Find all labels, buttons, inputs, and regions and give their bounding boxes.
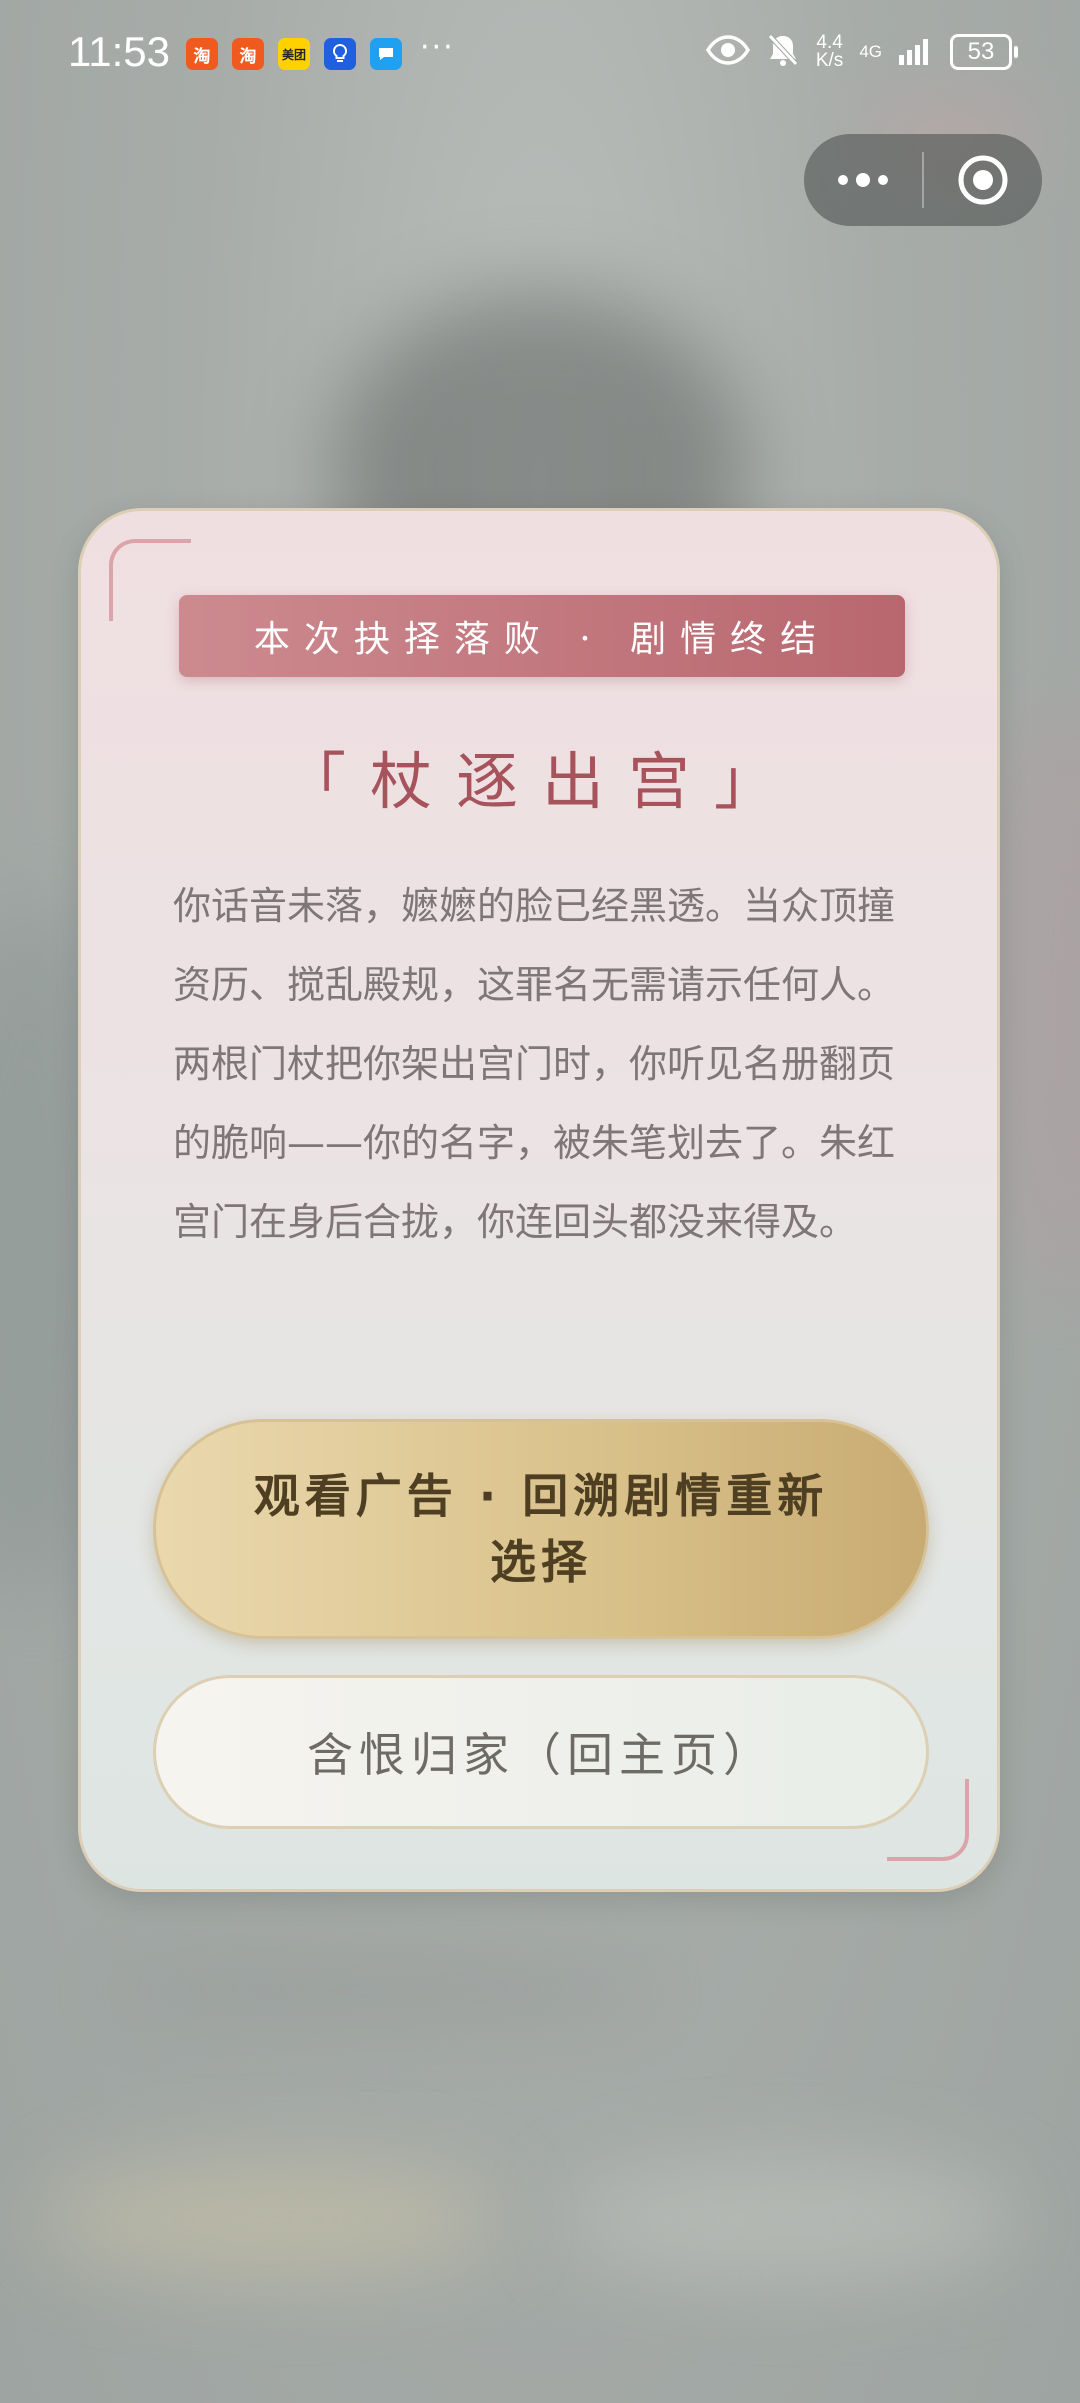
ending-story-text: 你话音未落，嬷嬷的脸已经黑透。当众顶撞资历、搅乱殿规，这罪名无需请示任何人。两根… — [173, 884, 896, 1244]
return-home-button[interactable]: 含恨归家（回主页） — [153, 1675, 929, 1829]
mute-bell-icon — [766, 32, 800, 72]
result-banner: 本次抉择落败 · 剧情终结 — [179, 595, 905, 677]
network-speed: 4.4 K/s — [815, 32, 844, 71]
taobao-icon: 淘 — [186, 38, 218, 70]
target-close-icon — [958, 155, 1008, 205]
taobao-icon: 淘 — [232, 38, 264, 70]
clock: 11:53 — [68, 28, 170, 75]
more-notifications-icon: ··· — [420, 30, 455, 65]
game-over-dialog: 本次抉择落败 · 剧情终结 「杖逐出宫」 你话音未落，嬷嬷的脸已经黑透。当众顶撞… — [78, 508, 1000, 1892]
notification-icons: 淘 淘 美团 — [186, 38, 402, 70]
meituan-icon: 美团 — [278, 38, 310, 70]
close-miniprogram-button[interactable] — [924, 134, 1042, 226]
eye-icon — [705, 35, 750, 69]
watch-ad-retry-button[interactable]: 观看广告 · 回溯剧情重新选择 — [153, 1419, 929, 1639]
more-menu-button[interactable] — [804, 134, 922, 226]
ending-title: 「杖逐出宫」 — [283, 745, 800, 818]
more-dots-icon — [838, 173, 888, 187]
system-indicators: 4.4 K/s 4G 53 — [705, 32, 1018, 72]
bulb-icon — [324, 38, 356, 70]
miniprogram-capsule — [804, 134, 1042, 226]
battery-indicator: 53 — [950, 34, 1018, 70]
status-bar: 11:53 淘 淘 美团 ··· 4.4 K/s 4G 53 — [0, 0, 1080, 110]
signal-icon — [898, 35, 934, 69]
network-type: 4G — [859, 42, 882, 61]
chat-icon — [370, 38, 402, 70]
